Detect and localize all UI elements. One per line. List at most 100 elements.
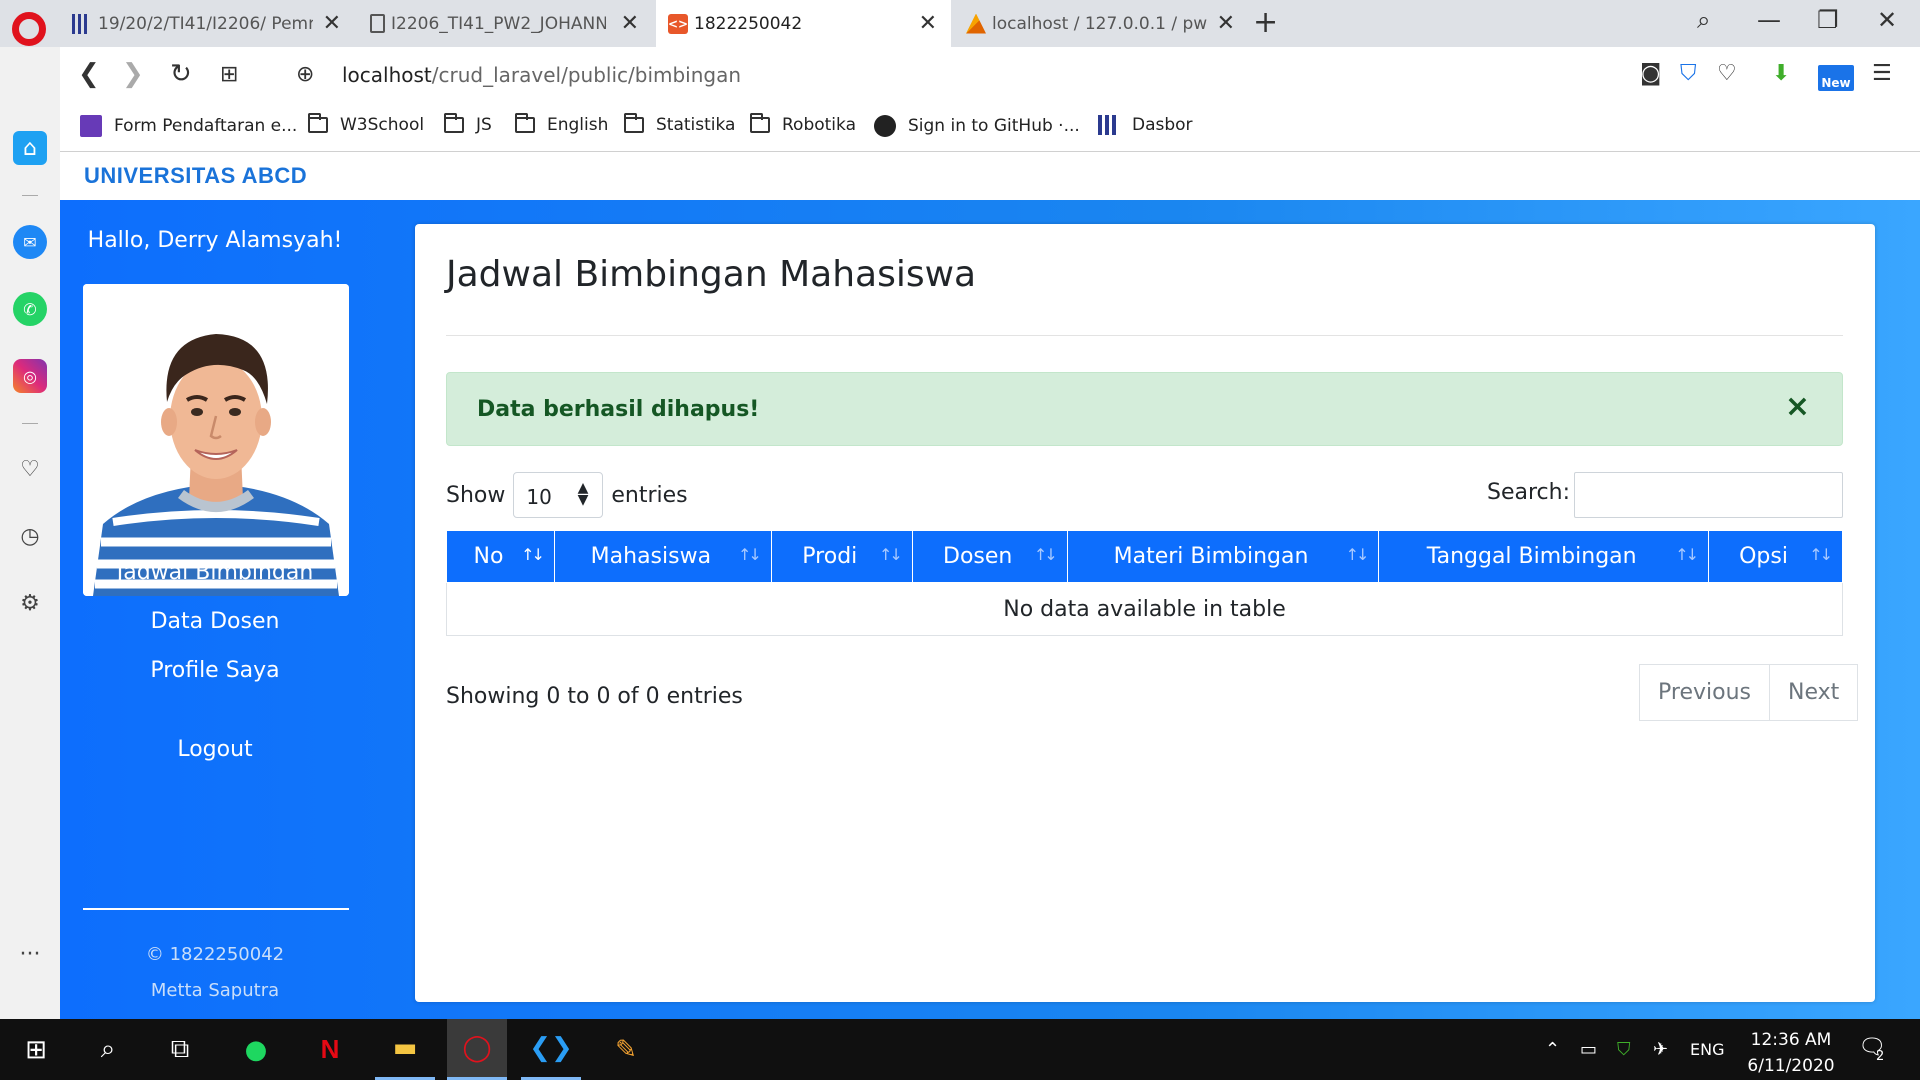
column-opsi[interactable]: Opsi ↑↓ bbox=[1708, 530, 1843, 583]
language-indicator[interactable]: ENG bbox=[1690, 1040, 1724, 1059]
bookmark-github[interactable]: Sign in to GitHub ·... bbox=[874, 115, 1080, 137]
browser-titlebar: 19/20/2/TI41/I2206/ Pemro ✕ I2206_TI41_P… bbox=[0, 0, 1920, 47]
bimbingan-table: No ↑↓ Mahasiswa ↑↓ Prodi ↑↓ Dosen ↑↓ Materi … bbox=[446, 530, 1843, 636]
bookmark-label: Statistika bbox=[656, 115, 736, 135]
download-icon[interactable]: ⬇ bbox=[1772, 61, 1790, 86]
windows-start-icon[interactable]: ⊞ bbox=[6, 1019, 66, 1080]
more-icon[interactable]: ··· bbox=[13, 937, 47, 971]
tab-phpmyadmin[interactable]: localhost / 127.0.0.1 / pw41 ✕ bbox=[954, 0, 1249, 47]
url-field[interactable]: localhost/crud_laravel/public/bimbingan bbox=[342, 63, 741, 87]
url-path: /crud_laravel/public/bimbingan bbox=[431, 63, 742, 87]
vpn-shield-icon[interactable]: ⛉ bbox=[1680, 61, 1697, 86]
instagram-icon[interactable]: ◎ bbox=[13, 359, 47, 393]
vscode-icon[interactable]: ❮❯ bbox=[521, 1019, 581, 1080]
whatsapp-icon[interactable]: ✆ bbox=[13, 292, 47, 326]
heart-icon[interactable]: ♡ bbox=[13, 452, 47, 486]
entries-select[interactable]: 10 ▲ ▼ bbox=[513, 472, 604, 518]
search-icon[interactable]: ⌕ bbox=[78, 1019, 138, 1080]
column-prodi[interactable]: Prodi ↑↓ bbox=[770, 530, 913, 583]
task-view-icon[interactable]: ⧉ bbox=[150, 1019, 210, 1080]
easy-setup-icon[interactable]: ☰ bbox=[1872, 61, 1892, 86]
tab-pemrograman[interactable]: 19/20/2/TI41/I2206/ Pemro ✕ bbox=[60, 0, 355, 47]
heart-icon[interactable]: ♡ bbox=[1717, 61, 1737, 86]
spotify-icon[interactable]: ● bbox=[226, 1019, 286, 1080]
search-input[interactable] bbox=[1574, 472, 1843, 518]
new-tab-button[interactable]: + bbox=[1253, 5, 1278, 40]
tab-label: 19/20/2/TI41/I2206/ Pemro bbox=[98, 13, 313, 34]
bookmark-label: Sign in to GitHub ·... bbox=[908, 116, 1080, 136]
tab-document[interactable]: I2206_TI41_PW2_JOHANNE ✕ bbox=[358, 0, 653, 47]
menu-profile-saya[interactable]: Profile Saya bbox=[60, 658, 370, 683]
avatar-illustration bbox=[83, 284, 349, 596]
column-tanggal[interactable]: Tanggal Bimbingan ↑↓ bbox=[1378, 530, 1710, 583]
greeting-text: Hallo, Derry Alamsyah! bbox=[87, 228, 343, 253]
next-button[interactable]: Next bbox=[1769, 664, 1859, 721]
bookmark-form[interactable]: Form Pendaftaran e... bbox=[80, 115, 297, 137]
close-icon[interactable]: ✕ bbox=[1217, 11, 1235, 36]
clock[interactable]: 12:36 AM 6/11/2020 bbox=[1736, 1027, 1846, 1079]
logout-link[interactable]: Logout bbox=[60, 737, 370, 762]
bookmark-label: JS bbox=[476, 115, 492, 135]
security-icon[interactable]: ⛉ bbox=[1617, 1039, 1631, 1060]
brand-link[interactable]: UNIVERSITAS ABCD bbox=[84, 163, 307, 189]
menu-jadwal-bimbingan[interactable]: Jadwal Bimbingan bbox=[60, 560, 370, 585]
bookmark-js[interactable]: JS bbox=[444, 113, 492, 135]
close-icon[interactable]: ✕ bbox=[323, 11, 341, 36]
bookmark-english[interactable]: English bbox=[515, 113, 608, 135]
url-host: localhost bbox=[342, 63, 432, 87]
column-mahasiswa[interactable]: Mahasiswa ↑↓ bbox=[553, 530, 772, 583]
html-icon: <> bbox=[668, 13, 688, 34]
bookmark-robotika[interactable]: Robotika bbox=[750, 113, 856, 135]
back-icon[interactable]: ❮ bbox=[78, 59, 100, 89]
alert-close-button[interactable]: × bbox=[1785, 389, 1810, 424]
folder-icon bbox=[444, 113, 464, 133]
alert-message: Data berhasil dihapus! bbox=[477, 397, 760, 422]
tab-label: I2206_TI41_PW2_JOHANNE bbox=[391, 13, 606, 34]
forward-icon[interactable]: ❯ bbox=[122, 59, 144, 89]
sidebar-divider bbox=[83, 908, 349, 910]
tray-overflow-icon[interactable]: ⌃ bbox=[1545, 1039, 1560, 1060]
airplane-mode-icon[interactable]: ✈ bbox=[1653, 1039, 1668, 1060]
window-close-icon[interactable]: ✕ bbox=[1877, 6, 1897, 34]
opera-taskbar-icon[interactable]: ◯ bbox=[447, 1019, 507, 1080]
clock-time: 12:36 AM bbox=[1750, 1030, 1832, 1050]
settings-icon[interactable]: ⚙ bbox=[13, 586, 47, 620]
history-icon[interactable]: ◷ bbox=[13, 519, 47, 553]
sidebar-divider bbox=[22, 195, 38, 196]
sort-asc-icon: ↑↓ bbox=[521, 545, 545, 564]
bookmark-w3school[interactable]: W3School bbox=[308, 113, 424, 135]
column-dosen[interactable]: Dosen ↑↓ bbox=[911, 530, 1068, 583]
speed-dial-icon[interactable]: ⊞ bbox=[220, 62, 238, 87]
bookmarks-bar: Form Pendaftaran e... W3School JS Englis… bbox=[60, 106, 1920, 152]
title-divider bbox=[446, 335, 1843, 336]
close-icon[interactable]: ✕ bbox=[621, 11, 639, 36]
column-materi[interactable]: Materi Bimbingan ↑↓ bbox=[1066, 530, 1380, 583]
sidebar-divider bbox=[22, 423, 38, 424]
bookmark-dasbor[interactable]: Dasbor bbox=[1098, 115, 1193, 135]
tab-active[interactable]: <> 1822250042 ✕ bbox=[656, 0, 951, 47]
column-no[interactable]: No ↑↓ bbox=[446, 530, 555, 583]
bookmark-statistika[interactable]: Statistika bbox=[624, 113, 736, 135]
entries-value: 10 bbox=[526, 485, 552, 509]
bookmark-label: Robotika bbox=[782, 115, 856, 135]
netflix-icon[interactable]: N bbox=[300, 1019, 360, 1080]
previous-button[interactable]: Previous bbox=[1639, 664, 1770, 721]
address-bar: ❮ ❯ ↻ ⊞ ⊕ localhost/crud_laravel/public/… bbox=[60, 47, 1920, 106]
menu-data-dosen[interactable]: Data Dosen bbox=[60, 609, 370, 634]
battery-icon[interactable]: ▭ bbox=[1580, 1039, 1597, 1060]
search-tabs-icon[interactable]: ⌕ bbox=[1697, 6, 1710, 34]
close-icon[interactable]: ✕ bbox=[919, 11, 937, 36]
opera-logo-icon[interactable] bbox=[12, 12, 46, 46]
success-alert: Data berhasil dihapus! × bbox=[446, 372, 1843, 446]
page-title: Jadwal Bimbingan Mahasiswa bbox=[446, 254, 977, 295]
reload-icon[interactable]: ↻ bbox=[170, 59, 192, 89]
news-icon[interactable]: New bbox=[1818, 65, 1854, 91]
restore-icon[interactable]: ❐ bbox=[1817, 6, 1839, 34]
messenger-icon[interactable]: ✉ bbox=[13, 225, 47, 259]
home-icon[interactable]: ⌂ bbox=[13, 131, 47, 165]
paint-icon[interactable]: ✎ bbox=[596, 1019, 656, 1080]
file-explorer-icon[interactable]: ▬ bbox=[375, 1019, 435, 1080]
footer-id: © 1822250042 bbox=[145, 944, 285, 965]
minimize-icon[interactable]: — bbox=[1757, 6, 1781, 34]
camera-icon[interactable]: ◙ bbox=[1640, 61, 1661, 86]
